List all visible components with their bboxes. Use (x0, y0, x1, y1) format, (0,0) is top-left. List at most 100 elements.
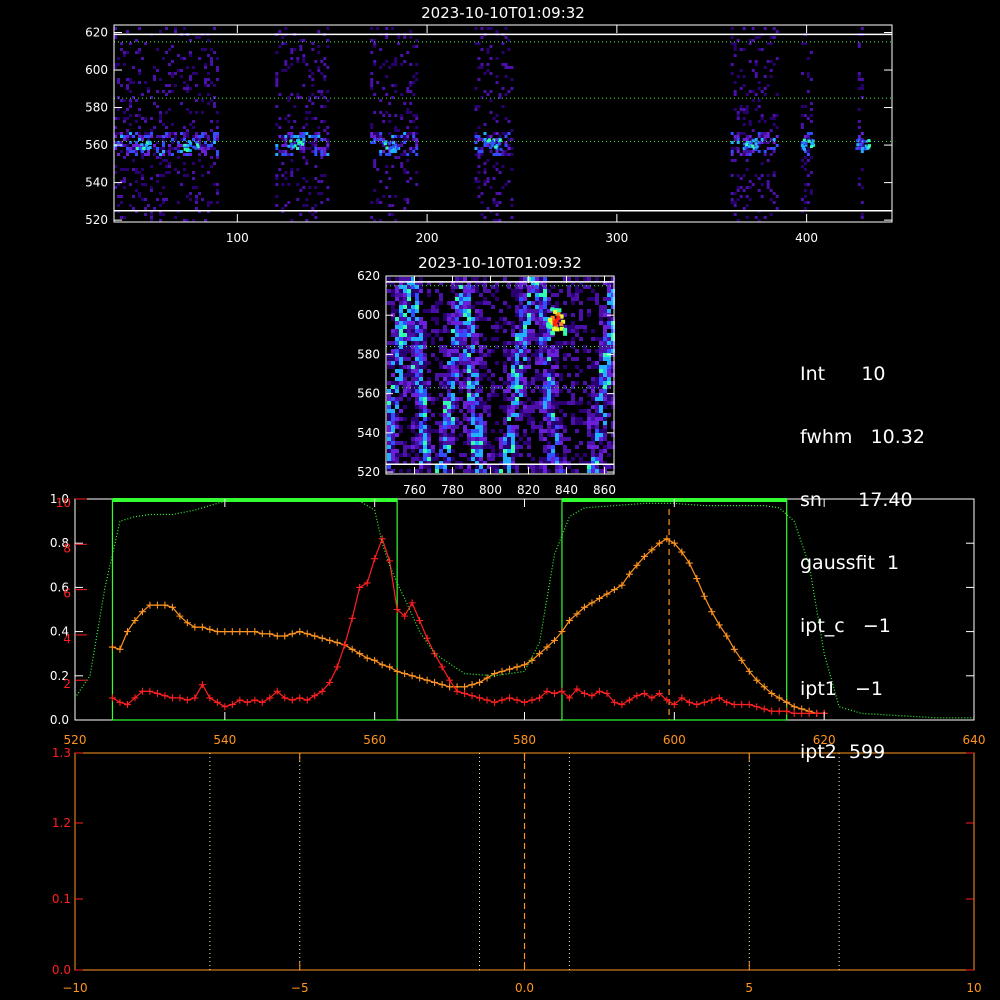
pixel (435, 301, 439, 305)
pixel (189, 192, 192, 195)
pixel (730, 132, 734, 135)
pixel (451, 369, 455, 373)
pixel (439, 441, 443, 445)
pixel (539, 373, 543, 377)
pixel (492, 153, 496, 156)
pixel (168, 72, 171, 75)
pixel (515, 449, 519, 453)
pixel (435, 469, 439, 473)
pixel (189, 123, 192, 126)
pixel (216, 126, 219, 129)
pixel (284, 153, 288, 156)
pixel (467, 365, 471, 369)
pixel (543, 337, 547, 341)
pixel (486, 27, 490, 30)
pixel (183, 132, 186, 135)
pixel (475, 429, 479, 433)
pixel (603, 365, 607, 369)
pixel (395, 449, 399, 453)
data-point (221, 703, 229, 711)
pixel (463, 337, 467, 341)
pixel (467, 421, 471, 425)
pixel (415, 453, 419, 457)
pixel (412, 147, 416, 150)
pixel (427, 417, 431, 421)
pixel (195, 99, 198, 102)
pixel (535, 369, 539, 373)
pixel (515, 293, 519, 297)
pixel (730, 147, 734, 150)
pixel (519, 377, 523, 381)
pixel (503, 457, 507, 461)
data-point (213, 698, 221, 706)
pixel (803, 162, 807, 165)
pixel (591, 421, 595, 425)
pixel (463, 297, 467, 301)
pixel (519, 409, 523, 413)
pixel (385, 27, 389, 30)
pixel (412, 132, 416, 135)
pixel (742, 108, 746, 111)
pixel (587, 469, 591, 473)
pixel (391, 204, 395, 207)
pixel (165, 111, 168, 114)
pixel (579, 337, 583, 341)
pixel (607, 453, 611, 457)
pixel (406, 111, 410, 114)
data-point (251, 628, 259, 636)
y-tick-label: 1.2 (52, 816, 71, 830)
pixel (400, 63, 404, 66)
pixel (302, 150, 306, 153)
pixel (278, 30, 282, 33)
pixel (501, 186, 505, 189)
pixel (299, 213, 303, 216)
pixel (483, 297, 487, 301)
pixel (491, 349, 495, 353)
pixel (423, 365, 427, 369)
pixel (733, 192, 737, 195)
pixel (527, 365, 531, 369)
pixel (443, 465, 447, 469)
pixel (397, 129, 401, 132)
pixel (320, 60, 324, 63)
pixel (535, 341, 539, 345)
pixel (387, 433, 391, 437)
pixel (591, 453, 595, 457)
pixel (531, 417, 535, 421)
pixel (168, 153, 171, 156)
pixel (284, 69, 288, 72)
pixel (571, 417, 575, 421)
pixel (387, 445, 391, 449)
pixel (183, 153, 186, 156)
pixel (515, 381, 519, 385)
pixel (527, 361, 531, 365)
y-tick-label: 600 (85, 63, 108, 77)
pixel (495, 192, 499, 195)
pixel (391, 293, 395, 297)
pixel (141, 174, 144, 177)
pixel (591, 329, 595, 333)
pixel (531, 389, 535, 393)
pixel (475, 301, 479, 305)
pixel (579, 325, 583, 329)
pixel (388, 153, 392, 156)
pixel (388, 120, 392, 123)
pixel (117, 153, 120, 156)
data-point (356, 583, 364, 591)
pixel (543, 369, 547, 373)
pixel (144, 132, 147, 135)
pixel (559, 425, 563, 429)
pixel (407, 453, 411, 457)
pixel (412, 120, 416, 123)
pixel (395, 425, 399, 429)
pixel (800, 198, 804, 201)
pixel (153, 147, 156, 150)
pixel (395, 401, 399, 405)
pixel (603, 385, 607, 389)
pixel (376, 135, 380, 138)
pixel (504, 63, 508, 66)
core-pixel (135, 147, 139, 150)
pixel (275, 153, 279, 156)
pixel (183, 27, 186, 30)
pixel (467, 317, 471, 321)
